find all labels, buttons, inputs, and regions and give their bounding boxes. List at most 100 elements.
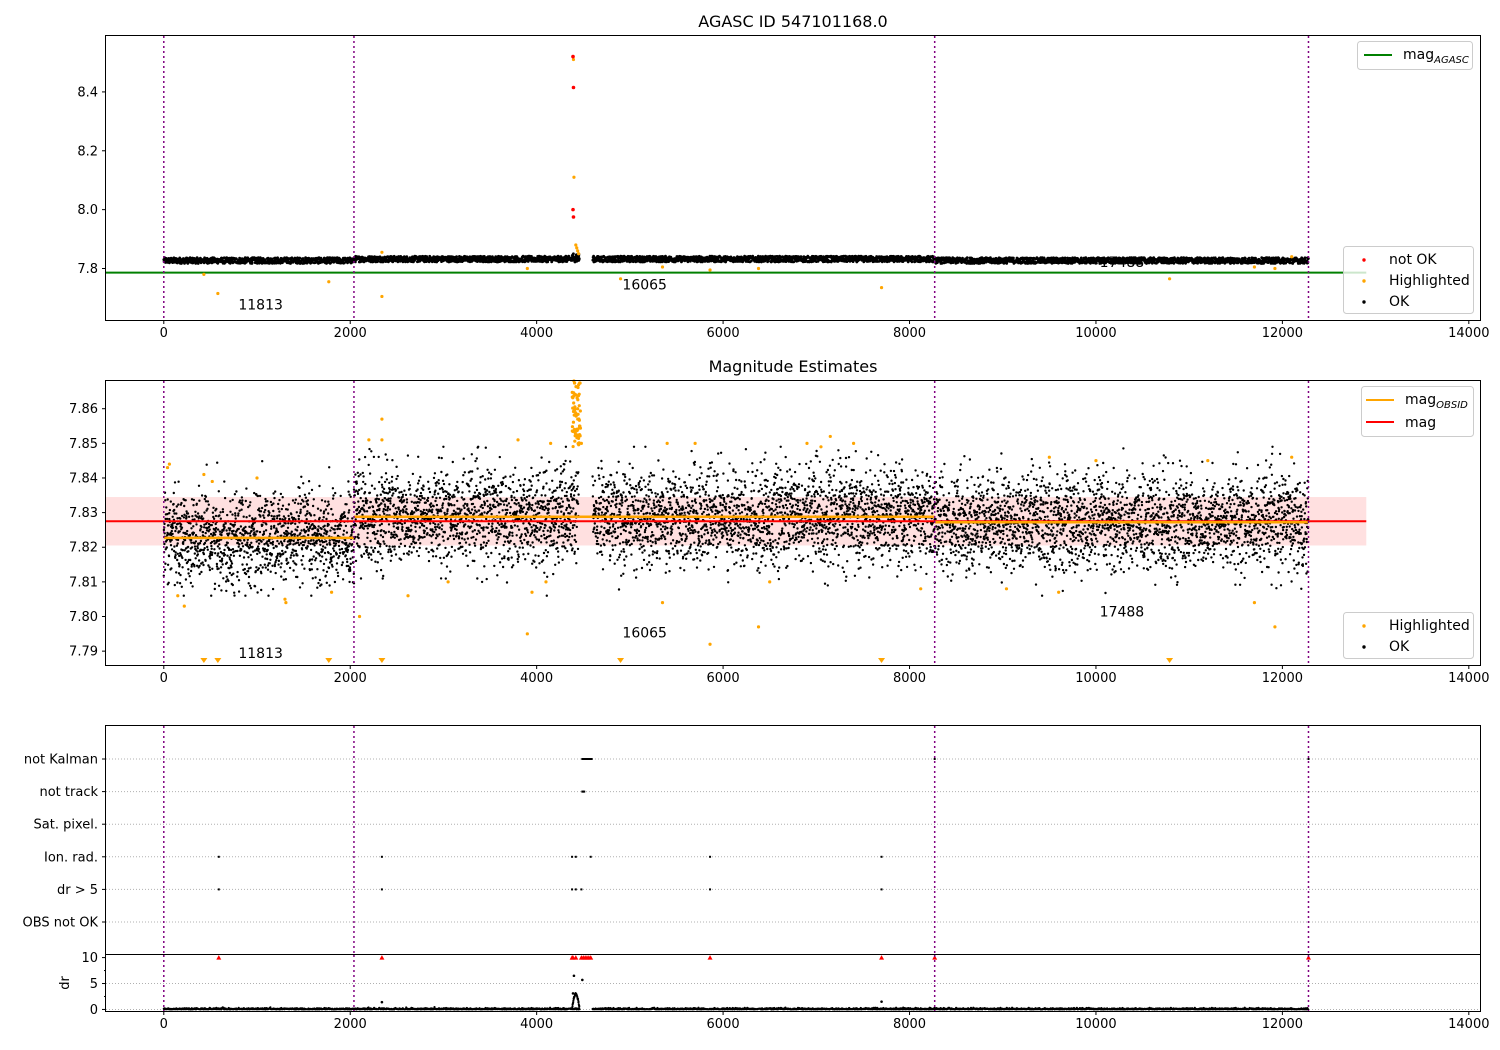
panel2-xtick-label-6000: 6000 bbox=[707, 671, 740, 686]
panel1-not-ok-point-0 bbox=[571, 54, 575, 59]
panel4-dr-spike-2 bbox=[571, 992, 575, 995]
panel1-not-ok-point-2 bbox=[571, 207, 575, 212]
flag-point-3-5 bbox=[709, 855, 712, 858]
panel2-highlighted-cluster-43 bbox=[575, 413, 579, 417]
panel4-xtick-label-4000: 4000 bbox=[520, 1017, 553, 1032]
panel1-highlighted-point-19 bbox=[1252, 265, 1257, 269]
legend-highlighted-label: Highlighted bbox=[1389, 273, 1470, 289]
flag-point-4-4 bbox=[580, 888, 583, 891]
panel2-highlighted-point-20 bbox=[576, 407, 580, 411]
panel2-highlighted-cluster-55 bbox=[577, 383, 581, 387]
flag-point-3-3 bbox=[574, 855, 577, 858]
panel2-highlighted-point-32 bbox=[851, 441, 856, 445]
panel2-highlighted-point-12 bbox=[446, 580, 450, 584]
figure: AGASC ID 547101168.0 Magnitude Estimates… bbox=[0, 0, 1500, 1050]
panel2-highlighted-point-5 bbox=[283, 597, 287, 601]
flag-point-4-2 bbox=[571, 888, 574, 891]
panel2-highlighted-point-26 bbox=[708, 642, 712, 646]
flag-row-label-1: not track bbox=[39, 785, 98, 800]
panel2-highlighted-cluster-59 bbox=[571, 396, 575, 400]
panel1-xtick-label-6000: 6000 bbox=[707, 326, 740, 341]
panel2-highlighted-cluster-45 bbox=[570, 425, 575, 429]
legend-mag-obsid-sub: OBSID bbox=[1436, 400, 1468, 411]
panel2-obsid-label-17488: 17488 bbox=[1100, 605, 1145, 621]
panel2-highlighted-point-43 bbox=[182, 604, 186, 608]
panel1-xtick-label-10000: 10000 bbox=[1075, 326, 1116, 341]
panel1-highlighted-point-15 bbox=[708, 268, 712, 272]
legend-highlighted-marker bbox=[1362, 279, 1366, 283]
panel2-highlighted-point-17 bbox=[549, 441, 553, 445]
panel2-highlighted-point-14 bbox=[525, 632, 529, 636]
panel2-obsid-label-11813: 11813 bbox=[238, 646, 283, 662]
panel2-title: Magnitude Estimates bbox=[709, 357, 878, 376]
panel1-legend-upper: magAGASC bbox=[1357, 41, 1473, 70]
panel2-highlighted-cluster-39 bbox=[572, 401, 576, 405]
panel1-highlighted-point-17 bbox=[879, 286, 884, 290]
panel2-highlighted-cluster-53 bbox=[576, 427, 580, 431]
panel2-highlighted-cluster-6 bbox=[571, 444, 575, 449]
panel2-highlighted-point-9 bbox=[380, 417, 384, 421]
panel2-highlighted-cluster-56 bbox=[575, 436, 579, 440]
panel2-highlighted-cluster-4 bbox=[577, 404, 581, 408]
panel1-highlighted-point-7 bbox=[202, 272, 206, 276]
panel2-highlighted-point-31 bbox=[828, 434, 832, 439]
panel1-highlighted-point-20 bbox=[1273, 266, 1277, 271]
panel2-highlighted-cluster-29 bbox=[577, 441, 581, 445]
panel2-highlighted-cluster-48 bbox=[572, 391, 576, 395]
panel2-highlighted-cluster-49 bbox=[571, 429, 575, 434]
panel2-highlighted-point-36 bbox=[1057, 590, 1061, 594]
panel2-highlighted-cluster-18 bbox=[574, 385, 578, 389]
flag-point-3-1 bbox=[380, 855, 383, 858]
panel2-highlighted-cluster-46 bbox=[576, 398, 580, 402]
flag-row-label-4: dr > 5 bbox=[57, 883, 98, 898]
panel2-ytick-label-0: 7.79 bbox=[69, 645, 98, 660]
panel1-legend-lower: not OK Highlighted OK bbox=[1343, 246, 1474, 314]
panel2-legend-lower: Highlighted OK bbox=[1343, 612, 1474, 659]
panel2-highlighted-point-16 bbox=[544, 580, 548, 584]
panel2-obsid-label-16065: 16065 bbox=[622, 625, 667, 641]
panel2-highlighted-point-0 bbox=[165, 465, 170, 470]
panel2-ytick-label-7: 7.86 bbox=[69, 402, 98, 417]
panel1-highlighted-point-9 bbox=[327, 280, 331, 284]
panel2-highlighted-cluster-36 bbox=[571, 420, 576, 424]
flag-row-label-5: OBS not OK bbox=[23, 916, 99, 931]
legend-not-ok-label: not OK bbox=[1389, 252, 1437, 268]
panel2-highlighted-point-13 bbox=[516, 438, 520, 442]
panel1-highlighted-point-11 bbox=[380, 250, 384, 254]
panel2-highlighted-cluster-7 bbox=[578, 409, 582, 413]
legend-mag-obsid-main: mag bbox=[1405, 392, 1436, 408]
flag-point-4-5 bbox=[709, 888, 712, 891]
flag-point-4-6 bbox=[880, 888, 883, 891]
panel2-highlighted-point-35 bbox=[1047, 455, 1051, 459]
panel2-ytick-label-2: 7.81 bbox=[69, 575, 98, 590]
panel1-xtick-label-12000: 12000 bbox=[1262, 326, 1303, 341]
legend2-highlighted-label: Highlighted bbox=[1389, 618, 1470, 634]
panel2-highlighted-point-44 bbox=[329, 590, 334, 594]
panel2-highlighted-point-28 bbox=[768, 580, 772, 584]
panel4-dr-spike-1 bbox=[581, 978, 584, 982]
panel4-xtick-label-0: 0 bbox=[160, 1017, 168, 1032]
flag-point-3-4 bbox=[589, 855, 592, 858]
panel2-highlighted-point-37 bbox=[1094, 459, 1098, 463]
panel1-highlighted-point-4 bbox=[575, 246, 579, 250]
panel2-highlighted-cluster-31 bbox=[572, 381, 577, 385]
panel1-highlighted-point-14 bbox=[660, 265, 665, 269]
panel1-ytick-label-1: 8.0 bbox=[77, 203, 98, 218]
panel1-ytick-label-3: 8.4 bbox=[77, 85, 98, 100]
legend-ok-marker bbox=[1362, 300, 1366, 304]
panel2-xtick-label-14000: 14000 bbox=[1448, 671, 1489, 686]
legend-ok-label: OK bbox=[1389, 294, 1410, 310]
panel1-not-ok-point-3 bbox=[571, 215, 576, 219]
legend-mag-agasc-main: mag bbox=[1403, 47, 1434, 63]
panel1-title: AGASC ID 547101168.0 bbox=[698, 12, 887, 31]
panel2-highlighted-point-38 bbox=[1206, 459, 1210, 463]
panel1-highlighted-point-12 bbox=[525, 266, 529, 271]
flag-point-4-3 bbox=[574, 888, 577, 891]
panel4-ytick-label-0: 0 bbox=[90, 1003, 98, 1018]
panel2-xtick-label-0: 0 bbox=[160, 671, 168, 686]
panel2-highlighted-point-27 bbox=[756, 625, 761, 629]
panel4-dr-spike-3 bbox=[380, 1000, 384, 1004]
panel2-highlighted-point-1 bbox=[167, 462, 171, 466]
panel1-xtick-label-8000: 8000 bbox=[893, 326, 926, 341]
legend-not-ok-marker bbox=[1362, 258, 1366, 262]
